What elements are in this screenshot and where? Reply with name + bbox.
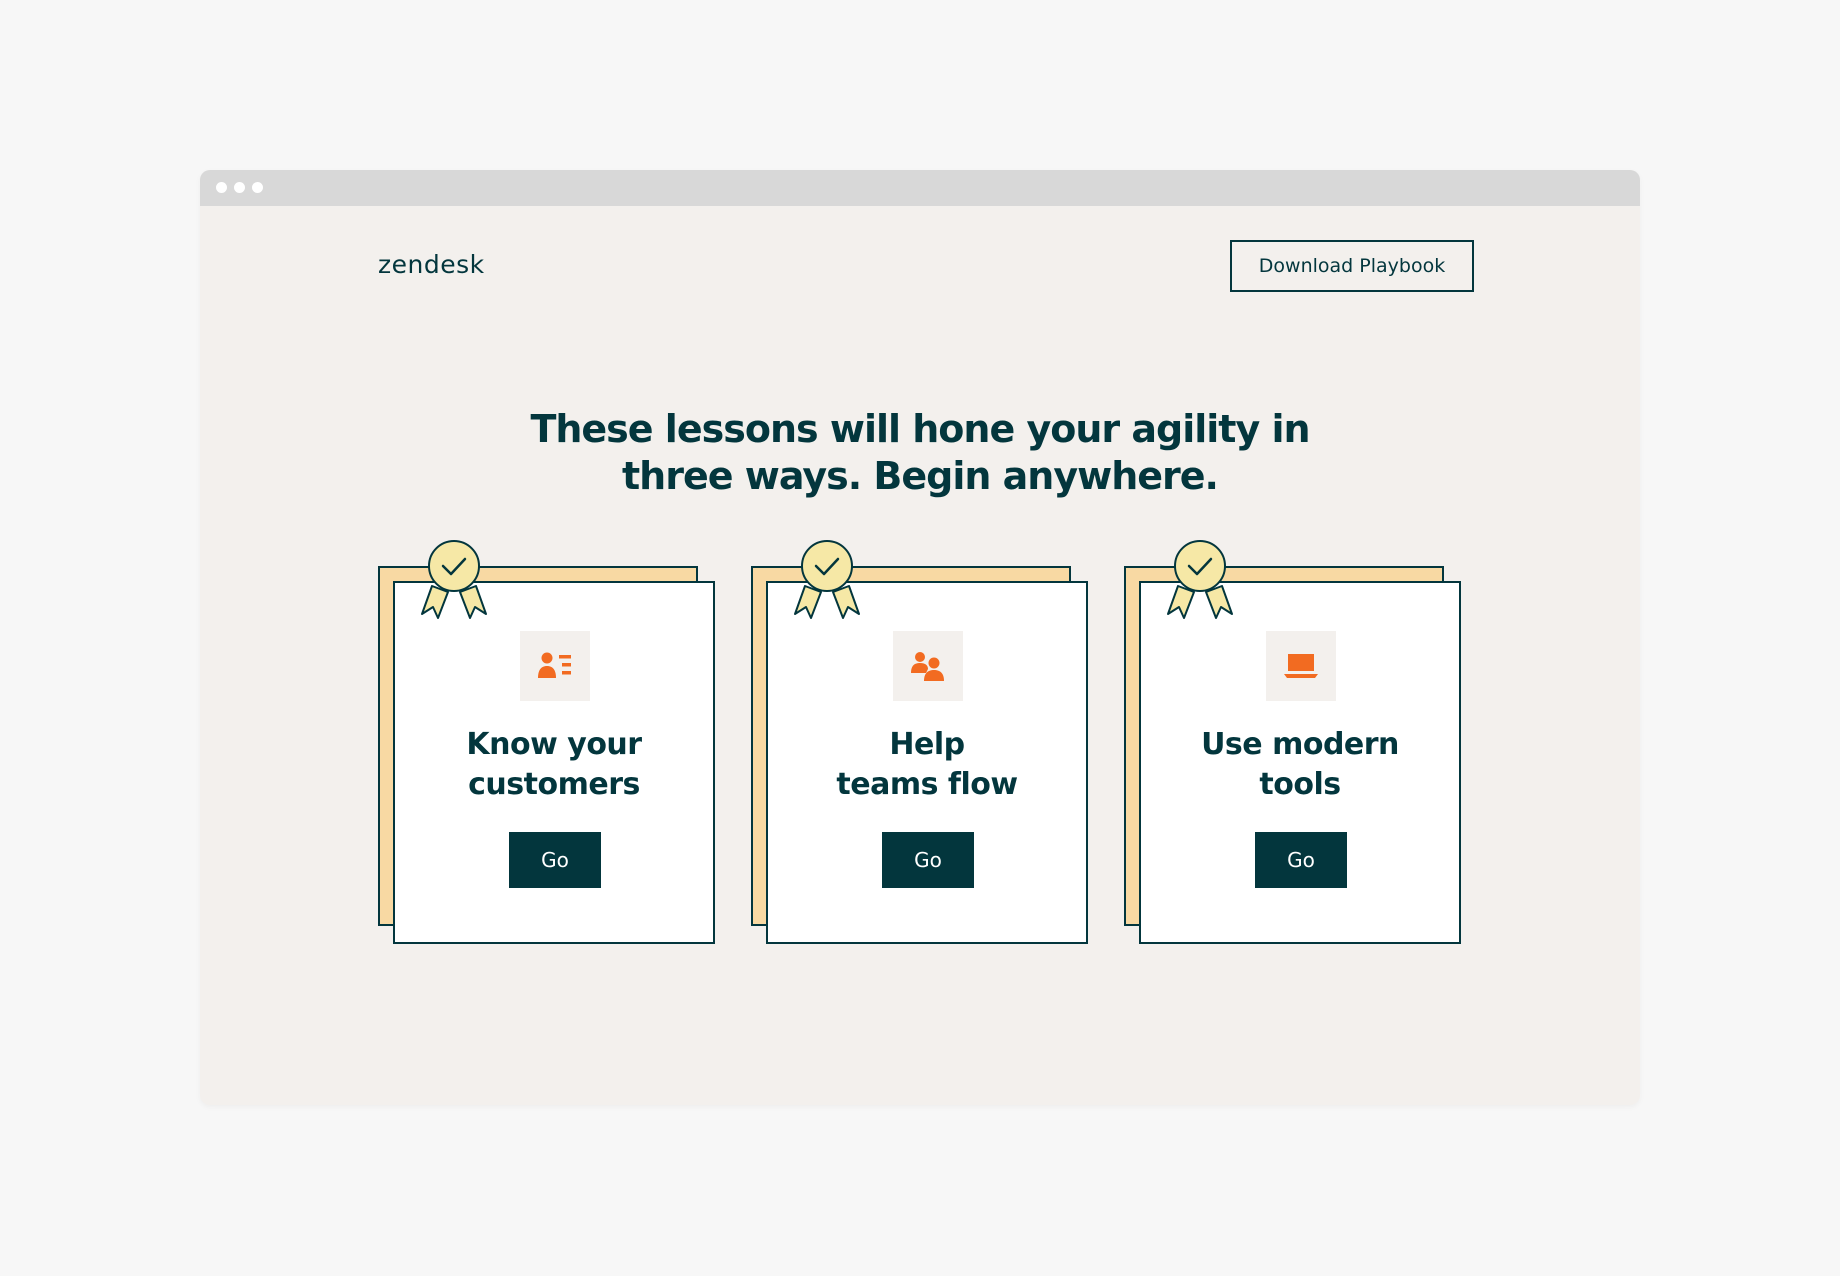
customer-profile-icon xyxy=(538,652,571,678)
go-button[interactable]: Go xyxy=(509,832,601,888)
card-front: Help teams flow Go xyxy=(766,581,1088,944)
card-icon-tile xyxy=(893,631,963,701)
window-dot xyxy=(216,182,227,193)
card-title: Help teams flow xyxy=(836,727,1018,802)
download-playbook-button[interactable]: Download Playbook xyxy=(1230,240,1474,292)
lesson-card-modern-tools: Use modern tools Go xyxy=(1124,540,1461,976)
zendesk-logo[interactable]: zendesk xyxy=(378,250,485,280)
lesson-card-help-teams: Help teams flow Go xyxy=(751,540,1088,976)
laptop-icon xyxy=(1284,654,1318,678)
award-check-icon xyxy=(794,540,860,619)
card-title: Know your customers xyxy=(466,727,642,802)
window-dot xyxy=(252,182,263,193)
card-icon-tile xyxy=(1266,631,1336,701)
card-front: Use modern tools Go xyxy=(1139,581,1461,944)
award-check-icon xyxy=(1167,540,1233,619)
window-dot xyxy=(234,182,245,193)
page-headline: These lessons will hone your agility in … xyxy=(500,406,1340,500)
browser-title-bar xyxy=(200,170,1640,206)
card-title: Use modern tools xyxy=(1201,727,1399,802)
award-check-icon xyxy=(421,540,487,619)
card-front: Know your customers Go xyxy=(393,581,715,944)
card-icon-tile xyxy=(520,631,590,701)
team-icon xyxy=(911,652,944,681)
go-button[interactable]: Go xyxy=(882,832,974,888)
go-button[interactable]: Go xyxy=(1255,832,1347,888)
browser-window: zendesk Download Playbook These lessons … xyxy=(200,170,1640,1105)
headline-line-2: three ways. Begin anywhere. xyxy=(622,454,1219,498)
headline-line-1: These lessons will hone your agility in xyxy=(530,407,1310,451)
lesson-card-know-customers: Know your customers Go xyxy=(378,540,715,976)
